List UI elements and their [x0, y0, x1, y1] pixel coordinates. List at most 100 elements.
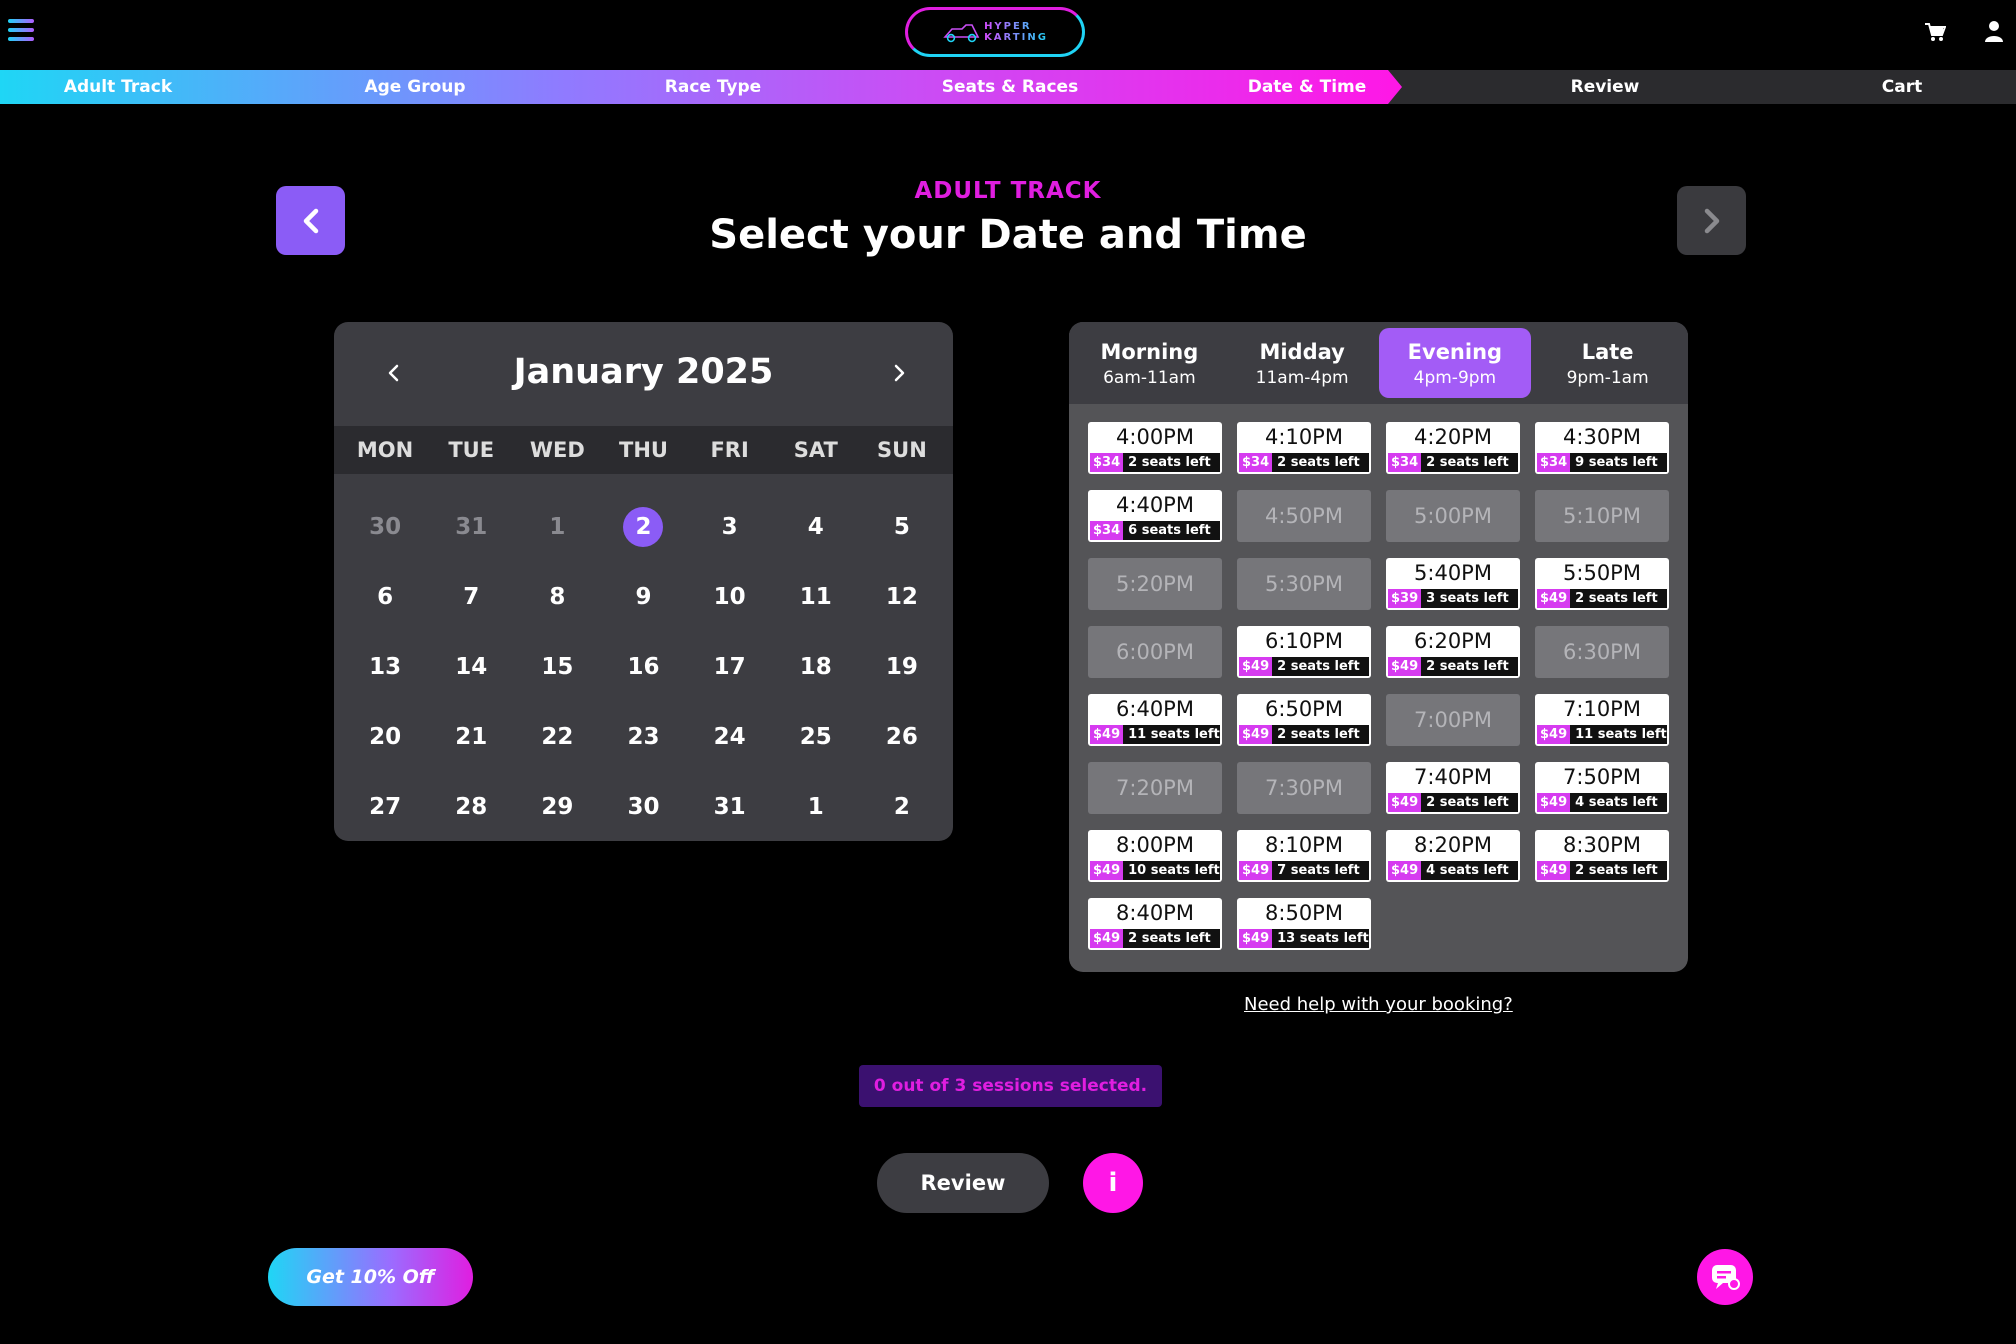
time-slot[interactable]: 6:40PM $49 11 seats left: [1088, 694, 1222, 746]
calendar-day[interactable]: 8: [514, 562, 600, 632]
cart-icon[interactable]: [1924, 22, 1946, 42]
tab-midday[interactable]: Midday 11am-4pm: [1226, 328, 1379, 398]
step-age-group[interactable]: Age Group: [305, 70, 525, 104]
time-slot-time: 7:30PM: [1265, 776, 1343, 800]
time-slot[interactable]: 4:10PM $34 2 seats left: [1237, 422, 1371, 474]
time-slot[interactable]: 8:30PM $49 2 seats left: [1535, 830, 1669, 882]
calendar-day-number: 10: [713, 584, 746, 610]
calendar-day[interactable]: 20: [342, 702, 428, 772]
top-header: HYPER KARTING: [0, 0, 2016, 70]
calendar-day-number: 21: [455, 724, 488, 750]
calendar-day[interactable]: 29: [514, 772, 600, 841]
step-race-type[interactable]: Race Type: [603, 70, 823, 104]
calendar-day[interactable]: 30: [600, 772, 686, 841]
calendar-day[interactable]: 24: [687, 702, 773, 772]
calendar-day[interactable]: 26: [859, 702, 945, 772]
time-slot[interactable]: 7:10PM $49 11 seats left: [1535, 694, 1669, 746]
calendar-day[interactable]: 1: [773, 772, 859, 841]
time-slot[interactable]: 7:40PM $49 2 seats left: [1386, 762, 1520, 814]
time-slot[interactable]: 6:10PM $49 2 seats left: [1237, 626, 1371, 678]
calendar-day[interactable]: 2: [859, 772, 945, 841]
calendar-day[interactable]: 18: [773, 632, 859, 702]
calendar-day[interactable]: 19: [859, 632, 945, 702]
calendar-day-number: 2: [623, 507, 664, 547]
time-slot-unavailable: 5:20PM: [1088, 558, 1222, 610]
time-slot-meta: $34 2 seats left: [1090, 453, 1220, 472]
help-link[interactable]: Need help with your booking?: [1244, 994, 1513, 1015]
step-cart[interactable]: Cart: [1792, 70, 2012, 104]
next-step-button[interactable]: [1677, 186, 1746, 255]
calendar-day[interactable]: 22: [514, 702, 600, 772]
time-slot-price: $49: [1239, 861, 1273, 880]
step-review[interactable]: Review: [1495, 70, 1715, 104]
time-slot-time: 6:30PM: [1563, 640, 1641, 664]
calendar-day[interactable]: 7: [428, 562, 514, 632]
calendar-day-number: 2: [893, 794, 910, 820]
calendar-next-month-icon[interactable]: [886, 360, 912, 386]
calendar-day-number: 11: [799, 584, 832, 610]
calendar-day-number: 29: [541, 794, 574, 820]
calendar-day-number: 26: [885, 724, 918, 750]
calendar-day-number: 28: [455, 794, 488, 820]
time-slot[interactable]: 8:00PM $49 10 seats left: [1088, 830, 1222, 882]
calendar-day[interactable]: 16: [600, 632, 686, 702]
calendar-day[interactable]: 10: [687, 562, 773, 632]
chat-button[interactable]: [1697, 1249, 1753, 1305]
calendar-day[interactable]: 31: [687, 772, 773, 841]
time-slot[interactable]: 8:40PM $49 2 seats left: [1088, 898, 1222, 950]
time-slot[interactable]: 4:30PM $34 9 seats left: [1535, 422, 1669, 474]
time-slot-meta: $34 2 seats left: [1239, 453, 1369, 472]
time-slot[interactable]: 5:50PM $49 2 seats left: [1535, 558, 1669, 610]
calendar-day[interactable]: 15: [514, 632, 600, 702]
review-button[interactable]: Review: [877, 1153, 1049, 1213]
step-adult-track[interactable]: Adult Track: [8, 70, 228, 104]
discount-button[interactable]: Get 10% Off: [268, 1248, 473, 1306]
chevron-right-icon: [1704, 208, 1719, 233]
calendar-day[interactable]: 9: [600, 562, 686, 632]
calendar-day-selected[interactable]: 2: [600, 492, 686, 562]
time-slot[interactable]: 6:20PM $49 2 seats left: [1386, 626, 1520, 678]
calendar-day-number: 7: [463, 584, 480, 610]
step-date-time[interactable]: Date & Time: [1197, 70, 1417, 104]
calendar-day[interactable]: 12: [859, 562, 945, 632]
calendar-day[interactable]: 28: [428, 772, 514, 841]
weekday-tue: TUE: [448, 438, 495, 462]
time-slot-time: 7:10PM: [1563, 697, 1641, 721]
calendar-day[interactable]: 23: [600, 702, 686, 772]
calendar-day[interactable]: 17: [687, 632, 773, 702]
calendar-day-number: 9: [635, 584, 652, 610]
period-range: 11am-4pm: [1255, 368, 1349, 388]
calendar-day[interactable]: 6: [342, 562, 428, 632]
user-icon[interactable]: [1984, 20, 2004, 42]
time-slot-meta: $34 2 seats left: [1388, 453, 1518, 472]
time-slot[interactable]: 8:20PM $49 4 seats left: [1386, 830, 1520, 882]
time-slot-time: 6:50PM: [1265, 697, 1343, 721]
step-seats-races[interactable]: Seats & Races: [900, 70, 1120, 104]
time-slot[interactable]: 5:40PM $39 3 seats left: [1386, 558, 1520, 610]
calendar-day[interactable]: 13: [342, 632, 428, 702]
hamburger-icon[interactable]: [8, 19, 34, 41]
period-name: Midday: [1259, 340, 1345, 364]
time-slot[interactable]: 8:50PM $49 13 seats left: [1237, 898, 1371, 950]
calendar-day[interactable]: 14: [428, 632, 514, 702]
time-slot[interactable]: 6:50PM $49 2 seats left: [1237, 694, 1371, 746]
logo[interactable]: HYPER KARTING: [905, 7, 1085, 57]
info-button[interactable]: i: [1083, 1153, 1143, 1213]
time-slot-meta: $49 2 seats left: [1537, 861, 1667, 880]
tab-evening[interactable]: Evening 4pm-9pm: [1378, 328, 1532, 398]
calendar-day-number: 23: [627, 724, 660, 750]
time-slot[interactable]: 4:20PM $34 2 seats left: [1386, 422, 1520, 474]
time-slot[interactable]: 8:10PM $49 7 seats left: [1237, 830, 1371, 882]
calendar-day[interactable]: 5: [859, 492, 945, 562]
calendar-day[interactable]: 25: [773, 702, 859, 772]
calendar-day[interactable]: 4: [773, 492, 859, 562]
calendar-day[interactable]: 21: [428, 702, 514, 772]
calendar-day[interactable]: 3: [687, 492, 773, 562]
tab-late[interactable]: Late 9pm-1am: [1531, 328, 1684, 398]
time-slot[interactable]: 4:40PM $34 6 seats left: [1088, 490, 1222, 542]
tab-morning[interactable]: Morning 6am-11am: [1073, 328, 1226, 398]
time-slot[interactable]: 7:50PM $49 4 seats left: [1535, 762, 1669, 814]
calendar-day[interactable]: 27: [342, 772, 428, 841]
time-slot[interactable]: 4:00PM $34 2 seats left: [1088, 422, 1222, 474]
calendar-day[interactable]: 11: [773, 562, 859, 632]
